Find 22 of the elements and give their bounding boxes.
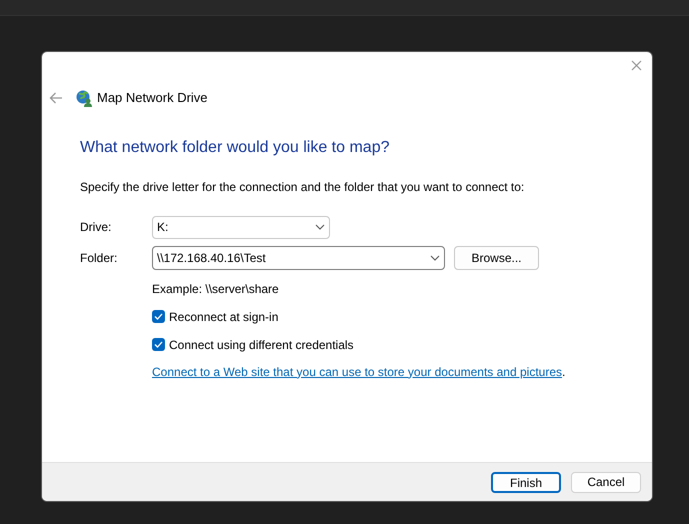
window-title: Map Network Drive (97, 89, 208, 107)
browse-button[interactable]: Browse... (454, 246, 539, 270)
web-site-link[interactable]: Connect to a Web site that you can use to store your documents and pictures (152, 364, 562, 378)
dialog-heading: What network folder would you like to map? (80, 138, 390, 158)
network-globe-icon (75, 88, 93, 107)
chevron-down-icon (315, 224, 325, 230)
close-icon[interactable] (631, 60, 642, 71)
checkbox-label: Reconnect at sign-in (169, 308, 278, 326)
dialog-button[interactable]: Finish (491, 472, 561, 492)
checkbox-label: Connect using different credentials (169, 336, 354, 354)
dialog-button[interactable]: Cancel (571, 472, 641, 492)
chevron-down-icon (430, 254, 440, 260)
back-arrow-icon[interactable] (49, 92, 63, 104)
instruction-text: Specify the drive letter for the connection and the folder that you want to connect to: (80, 178, 526, 196)
checkbox[interactable] (152, 338, 165, 351)
folder-combo-box[interactable]: \\172.168.40.16\Test (152, 246, 445, 270)
example-text: Example: \\server\share (152, 280, 280, 298)
checkbox[interactable] (152, 310, 165, 323)
drive-dropdown[interactable]: K: (152, 216, 330, 238)
folder-label: Folder: (80, 250, 118, 266)
drive-label: Drive: (80, 219, 112, 236)
period-text: . (562, 364, 566, 378)
